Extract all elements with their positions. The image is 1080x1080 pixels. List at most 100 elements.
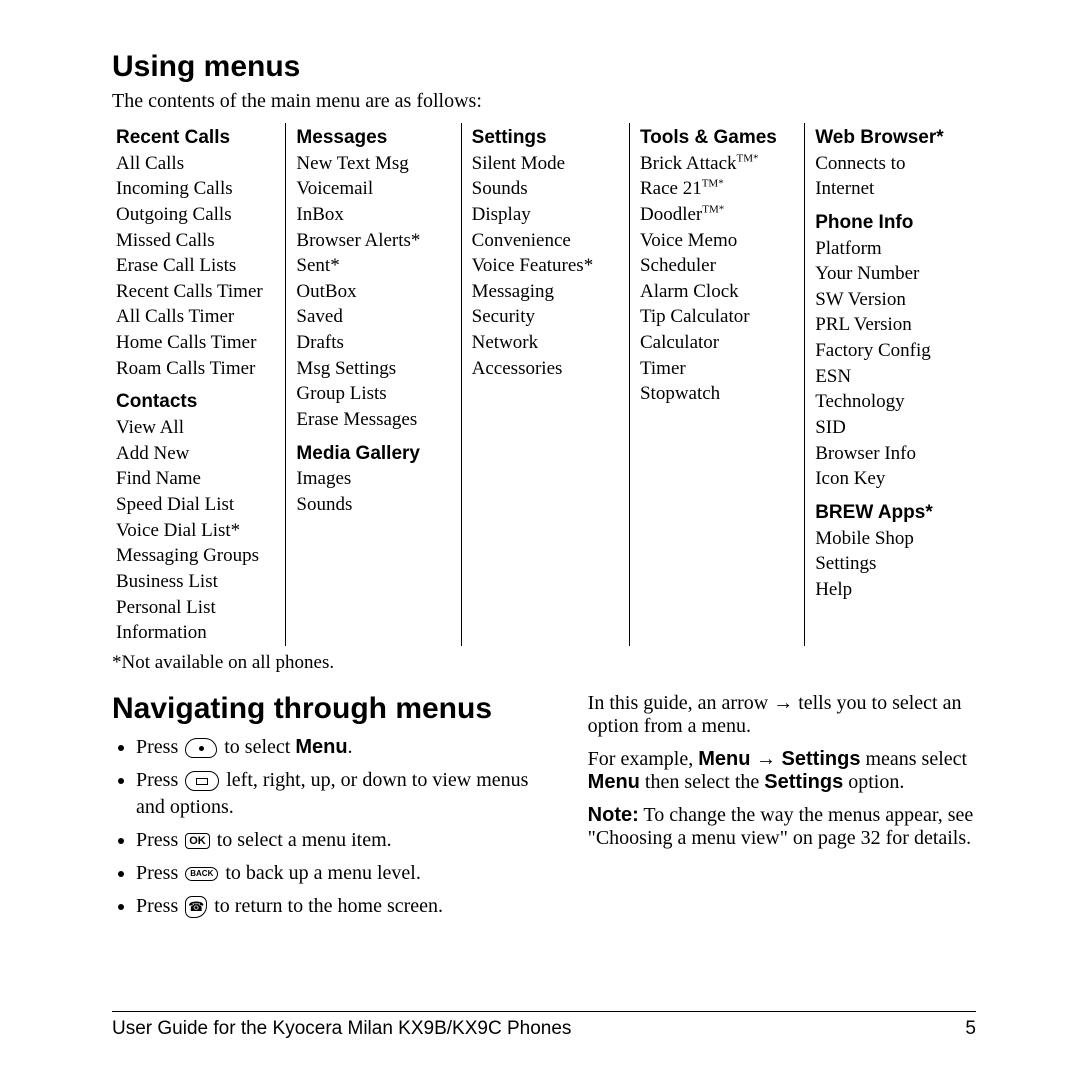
menu-item: Accessories (472, 356, 617, 382)
menu-group-title: Tools & Games (640, 125, 792, 151)
menu-item: Voicemail (296, 176, 448, 202)
menu-column: Recent CallsAll CallsIncoming CallsOutgo… (112, 123, 285, 646)
menu-item: Messaging Groups (116, 543, 273, 569)
menu-group-title: Settings (472, 125, 617, 151)
menu-item: View All (116, 415, 273, 441)
menu-item: Scheduler (640, 253, 792, 279)
menu-item: Platform (815, 236, 964, 262)
menu-item: DoodlerTM* (640, 202, 792, 228)
text: to back up a menu level. (225, 862, 421, 884)
menu-item: Home Calls Timer (116, 330, 273, 356)
heading-using-menus: Using menus (112, 50, 976, 84)
menu-item: Icon Key (815, 466, 964, 492)
menu-item: All Calls Timer (116, 304, 273, 330)
settings-label: Settings (782, 748, 861, 770)
menu-item: Convenience (472, 228, 617, 254)
menu-item: Msg Settings (296, 356, 448, 382)
text: To change the way the menus appear, see … (588, 804, 974, 849)
menu-group-title: Messages (296, 125, 448, 151)
text: to return to the home screen. (214, 895, 443, 917)
menu-group-title: Contacts (116, 389, 273, 415)
page-footer: User Guide for the Kyocera Milan KX9B/KX… (112, 1011, 976, 1040)
menu-item: Network (472, 330, 617, 356)
menu-item: Speed Dial List (116, 492, 273, 518)
menu-item: Browser Alerts* (296, 228, 448, 254)
menu-item: Incoming Calls (116, 176, 273, 202)
settings-label: Settings (764, 771, 843, 793)
guide-arrow-paragraph: In this guide, an arrow → tells you to s… (588, 692, 976, 738)
menu-item: OutBox (296, 279, 448, 305)
menu-item: Sent* (296, 253, 448, 279)
menu-item: Images (296, 466, 448, 492)
menu-item: Brick AttackTM* (640, 151, 792, 177)
text: Press (136, 736, 183, 758)
menu-item: Personal List (116, 595, 273, 621)
menu-label: Menu (295, 736, 347, 758)
text: Press (136, 829, 183, 851)
menu-item: ESN (815, 364, 964, 390)
ok-key-icon: OK (185, 833, 210, 849)
menu-item: InBox (296, 202, 448, 228)
nav-bullet-5: Press ☎ to return to the home screen. (136, 893, 548, 920)
menu-group-title: Web Browser* (815, 125, 964, 151)
menu-item: Browser Info (815, 441, 964, 467)
center-key-icon (185, 738, 217, 758)
menu-item: SID (815, 415, 964, 441)
menu-column: MessagesNew Text MsgVoicemailInBoxBrowse… (285, 123, 460, 646)
menu-item: Mobile Shop (815, 526, 964, 552)
menu-group-title: Recent Calls (116, 125, 273, 151)
text: Press (136, 769, 183, 791)
footnote: *Not available on all phones. (112, 652, 976, 674)
menu-item: Missed Calls (116, 228, 273, 254)
menu-item: Sounds (472, 176, 617, 202)
menu-column: Web Browser*Connects to Internet Phone In… (804, 123, 976, 646)
text: . (348, 736, 353, 758)
menu-item: Drafts (296, 330, 448, 356)
back-key-icon: BACK (185, 867, 218, 881)
menu-item: New Text Msg (296, 151, 448, 177)
note-label: Note: (588, 804, 639, 826)
menu-item: Group Lists (296, 381, 448, 407)
end-key-icon: ☎ (185, 896, 207, 918)
menu-item: PRL Version (815, 312, 964, 338)
menu-item: Alarm Clock (640, 279, 792, 305)
footer-title: User Guide for the Kyocera Milan KX9B/KX… (112, 1018, 571, 1040)
menu-group-title: Media Gallery (296, 441, 448, 467)
menu-label: Menu (698, 748, 750, 770)
menu-item: Roam Calls Timer (116, 356, 273, 382)
menu-item: Voice Memo (640, 228, 792, 254)
text: then select the (640, 771, 764, 793)
note-paragraph: Note: To change the way the menus appear… (588, 804, 976, 850)
menu-item: Connects to Internet (815, 151, 964, 202)
text: Press (136, 862, 183, 884)
menu-group-title: Phone Info (815, 210, 964, 236)
text: to select a menu item. (217, 829, 392, 851)
menu-item: Factory Config (815, 338, 964, 364)
menu-item: Timer (640, 356, 792, 382)
menu-item: Tip Calculator (640, 304, 792, 330)
menu-item: Help (815, 577, 964, 603)
intro-text: The contents of the main menu are as fol… (112, 90, 976, 113)
menu-item: Voice Features* (472, 253, 617, 279)
nav-bullet-list: Press to select Menu. Press left, right,… (112, 734, 548, 920)
menu-item: Sounds (296, 492, 448, 518)
menu-label: Menu (588, 771, 640, 793)
menu-item: Silent Mode (472, 151, 617, 177)
menu-item: Find Name (116, 466, 273, 492)
nav-bullet-1: Press to select Menu. (136, 734, 548, 761)
menu-item: Security (472, 304, 617, 330)
menu-table: Recent CallsAll CallsIncoming CallsOutgo… (112, 123, 976, 646)
text: option. (843, 771, 904, 793)
example-paragraph: For example, Menu → Settings means selec… (588, 748, 976, 794)
text: Press (136, 895, 183, 917)
menu-item: All Calls (116, 151, 273, 177)
menu-column: SettingsSilent ModeSoundsDisplayConvenie… (461, 123, 629, 646)
navigation-key-icon (185, 771, 219, 791)
menu-item: Calculator (640, 330, 792, 356)
menu-item: Saved (296, 304, 448, 330)
menu-item: Outgoing Calls (116, 202, 273, 228)
arrow-icon: → (750, 748, 781, 770)
menu-item: Stopwatch (640, 381, 792, 407)
menu-column: Tools & GamesBrick AttackTM*Race 21TM*Do… (629, 123, 804, 646)
menu-item: Information (116, 620, 273, 646)
